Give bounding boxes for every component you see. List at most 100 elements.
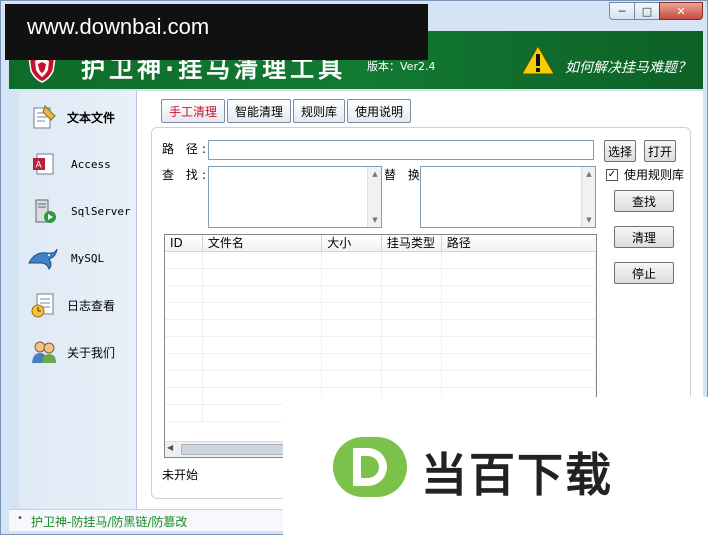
path-label: 路 径:	[162, 142, 210, 156]
table-cell	[203, 320, 323, 336]
scroll-thumb[interactable]	[181, 444, 291, 455]
column-header-size[interactable]: 大小	[322, 235, 383, 251]
help-link[interactable]: 如何解决挂马难题？	[565, 57, 691, 77]
table-cell	[382, 320, 442, 336]
table-cell	[165, 354, 203, 370]
table-cell	[442, 320, 596, 336]
scroll-down-icon[interactable]: ▼	[368, 213, 382, 227]
tab-rule-library[interactable]: 规则库	[293, 99, 346, 123]
table-row[interactable]	[165, 269, 596, 286]
table-cell	[322, 269, 382, 285]
column-header-id[interactable]: ID	[165, 235, 203, 251]
watermark-bottom: 当百下载	[283, 397, 708, 535]
find-scrollbar[interactable]: ▲ ▼	[367, 167, 381, 227]
column-header-path[interactable]: 路径	[442, 235, 596, 251]
table-cell	[203, 371, 323, 387]
stop-button[interactable]: 停止	[614, 262, 674, 284]
tab-smart-clean[interactable]: 智能清理	[227, 99, 292, 123]
about-us-icon	[32, 341, 56, 363]
sidebar-item-access[interactable]: A Access	[19, 144, 137, 184]
sidebar-item-sqlserver[interactable]: SqlServer	[19, 191, 137, 231]
bottom-slogan: 护卫神-防挂马/防黑链/防篡改	[31, 515, 188, 529]
log-view-icon	[31, 293, 54, 318]
table-cell	[322, 286, 382, 302]
table-row[interactable]	[165, 303, 596, 320]
table-cell	[203, 252, 323, 268]
scroll-up-icon[interactable]: ▲	[368, 167, 382, 181]
maximize-button[interactable]: □	[634, 2, 660, 20]
table-cell	[382, 252, 442, 268]
sidebar-item-label: SqlServer	[71, 204, 131, 218]
find-label: 查 找:	[162, 168, 210, 182]
status-text: 未开始	[162, 468, 199, 482]
table-row[interactable]	[165, 286, 596, 303]
sidebar-item-mysql[interactable]: MySQL	[19, 238, 137, 278]
sidebar-item-label: 文本文件	[67, 110, 116, 125]
sqlserver-icon	[35, 199, 56, 223]
table-cell	[322, 354, 382, 370]
table-cell	[165, 303, 203, 319]
minimize-button[interactable]: ─	[609, 2, 635, 20]
table-cell	[322, 320, 382, 336]
column-header-filename[interactable]: 文件名	[203, 235, 323, 251]
scroll-up-icon[interactable]: ▲	[582, 167, 596, 181]
svg-text:A: A	[36, 161, 43, 171]
caption-buttons: ─ □ ✕	[609, 2, 703, 20]
scroll-left-icon[interactable]: ◀	[167, 443, 173, 452]
table-cell	[322, 371, 382, 387]
table-row[interactable]	[165, 354, 596, 371]
path-input[interactable]	[208, 140, 594, 160]
table-cell	[442, 286, 596, 302]
sidebar-item-label: 日志查看	[67, 298, 116, 313]
table-cell	[322, 337, 382, 353]
table-cell	[165, 269, 203, 285]
table-cell	[382, 354, 442, 370]
column-header-type[interactable]: 挂马类型	[382, 235, 442, 251]
sidebar-item-label: 关于我们	[67, 345, 116, 360]
table-cell	[165, 252, 203, 268]
use-rules-label: 使用规则库	[624, 168, 685, 182]
tab-instructions[interactable]: 使用说明	[347, 99, 412, 123]
sidebar-item-about-us[interactable]: 关于我们	[19, 332, 137, 372]
table-row[interactable]	[165, 320, 596, 337]
scroll-down-icon[interactable]: ▼	[582, 213, 596, 227]
table-cell	[165, 337, 203, 353]
replace-textarea[interactable]: ▲ ▼	[420, 166, 596, 228]
table-cell	[165, 405, 203, 421]
text-file-icon	[33, 105, 56, 129]
search-button[interactable]: 查找	[614, 190, 674, 212]
table-cell	[442, 303, 596, 319]
table-cell	[165, 320, 203, 336]
table-cell	[382, 286, 442, 302]
table-cell	[203, 286, 323, 302]
find-textarea[interactable]: ▲ ▼	[208, 166, 382, 228]
tab-manual-clean[interactable]: 手工清理	[161, 99, 226, 123]
table-cell	[442, 354, 596, 370]
table-cell	[442, 252, 596, 268]
table-cell	[382, 337, 442, 353]
checkbox-checked-icon[interactable]: ✓	[606, 168, 618, 181]
table-row[interactable]	[165, 371, 596, 388]
table-row[interactable]	[165, 252, 596, 269]
select-button[interactable]: 选择	[604, 140, 636, 162]
watermark-text: 当百下载	[421, 448, 613, 502]
close-button[interactable]: ✕	[659, 2, 703, 20]
use-rules-checkbox[interactable]: ✓ 使用规则库	[606, 166, 684, 183]
table-header: ID 文件名 大小 挂马类型 路径	[165, 235, 596, 252]
warning-icon[interactable]	[521, 45, 555, 75]
open-button[interactable]: 打开	[644, 140, 676, 162]
sidebar-item-log-view[interactable]: 日志查看	[19, 285, 137, 325]
mysql-dolphin-icon	[28, 248, 58, 270]
access-icon: A	[33, 153, 54, 175]
replace-scrollbar[interactable]: ▲ ▼	[581, 167, 595, 227]
table-cell	[442, 371, 596, 387]
table-cell	[203, 354, 323, 370]
sidebar-item-label: Access	[71, 157, 111, 171]
table-cell	[165, 286, 203, 302]
clean-button[interactable]: 清理	[614, 226, 674, 248]
table-cell	[382, 371, 442, 387]
watermark-logo-icon	[333, 437, 407, 497]
sidebar-item-text-file[interactable]: 文本文件	[19, 97, 137, 137]
table-cell	[203, 269, 323, 285]
table-row[interactable]	[165, 337, 596, 354]
